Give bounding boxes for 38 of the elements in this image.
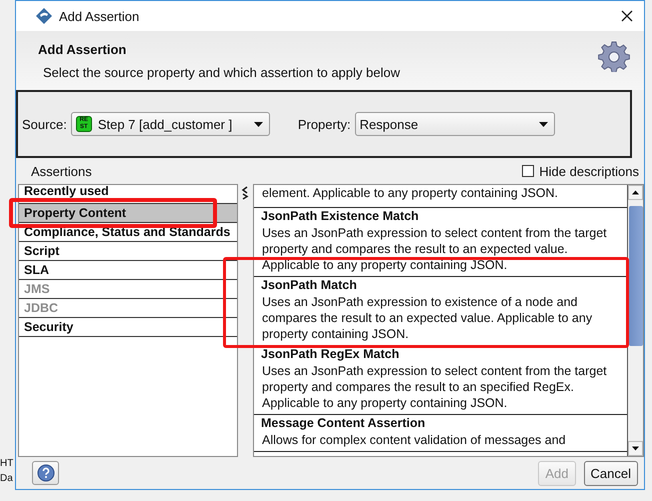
category-item[interactable]: SLA [19, 261, 237, 280]
hide-descriptions-checkbox[interactable]: Hide descriptions [522, 164, 639, 178]
source-label: Source: [22, 116, 67, 132]
category-item[interactable]: Property Content [19, 204, 237, 223]
caret-icon [538, 122, 548, 126]
property-label: Property: [298, 116, 351, 132]
scroll-thumb[interactable] [629, 206, 643, 346]
scroll-down-icon[interactable] [628, 441, 643, 456]
app-logo-icon [36, 8, 52, 24]
header-title: Add Assertion [38, 42, 128, 56]
category-item[interactable]: Script [19, 242, 237, 261]
assertions-label: Assertions [31, 164, 92, 178]
background-text: HT [0, 458, 14, 469]
property-dropdown[interactable]: Response [354, 112, 555, 136]
assertion-description: Allows for complex content validation of messages and [261, 432, 567, 448]
close-icon [621, 10, 633, 22]
assertion-name[interactable]: Message Content Assertion [261, 415, 623, 432]
assertion-description: Uses an JsonPath expression to select content from the target property and compares the result to an expected value. Applicable to any property containing JSON. [261, 225, 608, 273]
caret-icon [254, 122, 263, 126]
assertion-description: Uses an JsonPath expression to existence of a node and compares the result to an expected value. Applicable to any property containing JSON. [261, 294, 594, 342]
assertion-name[interactable]: JsonPath RegEx Match [261, 346, 623, 363]
cancel-button[interactable]: Cancel [584, 460, 638, 486]
assertion-name[interactable]: JsonPath Existence Match [261, 208, 623, 225]
category-item[interactable]: Compliance, Status and Standards [19, 223, 237, 242]
help-button[interactable] [32, 461, 59, 485]
gear-icon [598, 40, 630, 72]
assertion-description: element. Applicable to any property containing JSON. [261, 185, 560, 201]
header-subtitle: Select the source property and which assertion to apply below [42, 64, 401, 80]
assertion-name[interactable]: JsonPath Match [261, 277, 623, 294]
background-text: Da [0, 473, 14, 484]
checkbox[interactable] [522, 165, 534, 177]
assertion-description: Uses an JsonPath expression to select content from the target property and compares the result to an specified RegEx. Applicable to any property containing JSON. [261, 363, 608, 411]
category-item[interactable]: Security [19, 318, 237, 337]
collapse-arrows-icon[interactable] [241, 186, 249, 200]
window-title: Add Assertion [59, 8, 140, 24]
help-icon [36, 464, 54, 482]
scrollbar[interactable] [628, 185, 643, 456]
scroll-up-icon[interactable] [628, 185, 643, 200]
